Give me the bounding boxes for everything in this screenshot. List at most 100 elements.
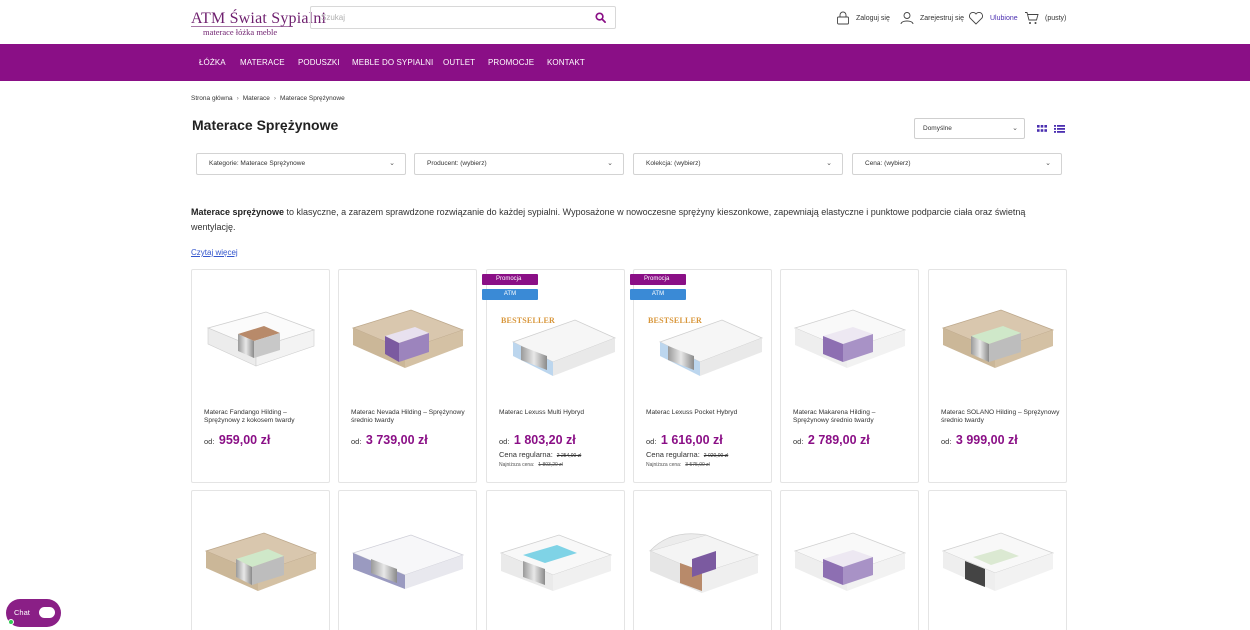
product-image bbox=[511, 319, 617, 376]
online-status-icon bbox=[8, 619, 14, 625]
product-card[interactable] bbox=[633, 490, 772, 630]
product-card[interactable] bbox=[780, 490, 919, 630]
filter-price[interactable]: Cena: (wybierz) ⌄ bbox=[852, 153, 1062, 175]
price-value: 2 789,00 zł bbox=[807, 433, 870, 447]
regular-price-label: Cena regularna: bbox=[499, 450, 553, 459]
chevron-down-icon: ⌄ bbox=[826, 160, 832, 167]
filter-collection[interactable]: Kolekcja: (wybierz) ⌄ bbox=[633, 153, 843, 175]
grid-view-icon[interactable] bbox=[1037, 125, 1047, 133]
price-prefix: od: bbox=[941, 437, 952, 446]
product-image bbox=[941, 532, 1055, 591]
cart-link[interactable]: (pusty) bbox=[1024, 9, 1066, 27]
product-image bbox=[648, 533, 760, 593]
lowest-price-label: Najniższa cena: bbox=[499, 462, 535, 468]
breadcrumb-materace[interactable]: Materace bbox=[243, 95, 270, 102]
promo-badge: Promocja bbox=[482, 274, 538, 285]
product-name[interactable]: Materac Fandango Hilding – Sprężynowy z … bbox=[204, 409, 324, 425]
product-name[interactable]: Materac Lexuss Multi Hybryd bbox=[499, 409, 619, 417]
price-prefix: od: bbox=[204, 437, 215, 446]
search-icon[interactable] bbox=[595, 12, 606, 23]
nav-item-lozka[interactable]: ŁÓŻKA bbox=[199, 44, 226, 81]
filter-producer-label: Producent: (wybierz) bbox=[427, 160, 487, 167]
product-image bbox=[793, 309, 907, 368]
search-box bbox=[310, 6, 616, 29]
product-card[interactable]: Materac Makarena Hilding – Sprężynowy śr… bbox=[780, 269, 919, 483]
product-price: od: 3 999,00 zł bbox=[941, 431, 1018, 449]
product-card[interactable] bbox=[486, 490, 625, 630]
login-link[interactable]: Zaloguj się bbox=[836, 9, 890, 27]
logo[interactable]: ATM Świat Sypialni materace łóżka meble bbox=[191, 10, 327, 37]
favorites-link[interactable]: Ulubione bbox=[968, 9, 1018, 27]
price-prefix: od: bbox=[499, 437, 510, 446]
lowest-price: Najniższa cena: 1 803,20 zł bbox=[499, 462, 563, 468]
cart-status: (pusty) bbox=[1045, 14, 1067, 22]
chevron-down-icon: ⌄ bbox=[389, 160, 395, 167]
product-image bbox=[941, 309, 1055, 368]
filter-price-label: Cena: (wybierz) bbox=[865, 160, 911, 167]
product-price: od: 3 739,00 zł bbox=[351, 431, 428, 449]
promo-badge: Promocja bbox=[630, 274, 686, 285]
user-icon bbox=[900, 12, 914, 25]
price-value: 3 739,00 zł bbox=[365, 433, 428, 447]
product-card[interactable] bbox=[191, 490, 330, 630]
product-price: od: 1 803,20 zł bbox=[499, 431, 576, 449]
nav-item-meble[interactable]: MEBLE DO SYPIALNI bbox=[352, 44, 433, 81]
lock-icon bbox=[837, 11, 849, 25]
page-title: Materace Sprężynowe bbox=[192, 117, 339, 133]
nav-item-kontakt[interactable]: KONTAKT bbox=[547, 44, 585, 81]
product-image bbox=[499, 534, 613, 591]
price-prefix: od: bbox=[646, 437, 657, 446]
nav-item-poduszki[interactable]: PODUSZKI bbox=[298, 44, 340, 81]
description-lead: Materace sprężynowe bbox=[191, 207, 285, 217]
price-prefix: od: bbox=[351, 437, 362, 446]
nav-item-materace[interactable]: MATERACE bbox=[240, 44, 285, 81]
product-name[interactable]: Materac Nevada Hilding – Sprężynowy śred… bbox=[351, 409, 471, 425]
product-card[interactable]: Materac Nevada Hilding – Sprężynowy śred… bbox=[338, 269, 477, 483]
read-more-link[interactable]: Czytaj więcej bbox=[191, 248, 238, 257]
chevron-down-icon: ⌄ bbox=[1045, 160, 1051, 167]
product-card[interactable]: BESTSELLER Materac Lexuss Pocket Hybryd … bbox=[633, 269, 772, 483]
product-card[interactable] bbox=[338, 490, 477, 630]
heart-icon bbox=[969, 12, 983, 25]
register-link[interactable]: Zarejestruj się bbox=[900, 9, 964, 27]
product-image bbox=[351, 309, 465, 368]
price-value: 1 616,00 zł bbox=[660, 433, 723, 447]
regular-price: Cena regularna: 2 254,00 zł bbox=[499, 450, 581, 459]
filter-producer[interactable]: Producent: (wybierz) ⌄ bbox=[414, 153, 624, 175]
chevron-down-icon: ⌄ bbox=[1012, 125, 1018, 132]
filter-category-label: Kategorie: Materace Sprężynowe bbox=[209, 160, 306, 167]
regular-price-label: Cena regularna: bbox=[646, 450, 700, 459]
description-text: to klasyczne, a zarazem sprawdzone rozwi… bbox=[191, 207, 1026, 232]
regular-price: Cena regularna: 2 020,00 zł bbox=[646, 450, 728, 459]
site-header: ATM Świat Sypialni materace łóżka meble … bbox=[0, 0, 1250, 44]
product-card[interactable]: BESTSELLER Materac Lexuss Multi Hybryd o… bbox=[486, 269, 625, 483]
sort-selected: Domyślne bbox=[923, 125, 952, 132]
product-name[interactable]: Materac SOLANO Hilding – Sprężynowy śred… bbox=[941, 409, 1061, 425]
price-value: 3 999,00 zł bbox=[955, 433, 1018, 447]
product-image bbox=[793, 532, 907, 591]
search-input[interactable] bbox=[311, 7, 581, 28]
breadcrumb: Strona główna › Materace › Materace Sprężyno… bbox=[191, 95, 345, 102]
product-name[interactable]: Materac Lexuss Pocket Hybryd bbox=[646, 409, 766, 417]
sort-select[interactable]: Domyślne ⌄ bbox=[914, 118, 1025, 139]
lowest-price-value: 1 803,20 zł bbox=[538, 462, 563, 468]
product-card[interactable]: Materac SOLANO Hilding – Sprężynowy śred… bbox=[928, 269, 1067, 483]
nav-item-outlet[interactable]: OUTLET bbox=[443, 44, 475, 81]
filter-category[interactable]: Kategorie: Materace Sprężynowe ⌄ bbox=[196, 153, 406, 175]
price-value: 959,00 zł bbox=[218, 433, 271, 447]
price-prefix: od: bbox=[793, 437, 804, 446]
main-nav: ŁÓŻKA MATERACE PODUSZKI MEBLE DO SYPIALN… bbox=[0, 44, 1250, 81]
nav-item-promocje[interactable]: PROMOCJE bbox=[488, 44, 534, 81]
regular-price-value: 2 020,00 zł bbox=[703, 453, 729, 459]
product-name[interactable]: Materac Makarena Hilding – Sprężynowy śr… bbox=[793, 409, 913, 425]
product-card[interactable] bbox=[928, 490, 1067, 630]
list-view-icon[interactable] bbox=[1054, 125, 1065, 133]
chat-button[interactable]: Chat bbox=[6, 599, 61, 627]
breadcrumb-home[interactable]: Strona główna bbox=[191, 95, 233, 102]
lowest-price-value: 3 575,00 zł bbox=[685, 462, 710, 468]
product-price: od: 1 616,00 zł bbox=[646, 431, 723, 449]
cart-icon bbox=[1025, 12, 1039, 24]
product-price: od: 959,00 zł bbox=[204, 431, 270, 449]
product-card[interactable]: Materac Fandango Hilding – Sprężynowy z … bbox=[191, 269, 330, 483]
logo-title: ATM Świat Sypialni bbox=[191, 10, 327, 27]
